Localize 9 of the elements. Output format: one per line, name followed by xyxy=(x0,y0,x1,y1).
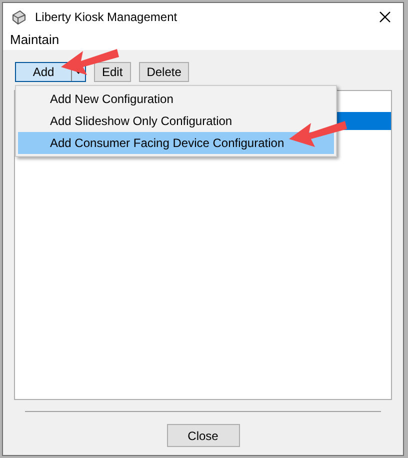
dropdown-item[interactable]: Add New Configuration xyxy=(18,88,178,110)
dropdown-item[interactable]: Add Consumer Facing Device Configuration xyxy=(18,132,334,154)
toolbar-button[interactable]: Edit xyxy=(94,62,131,82)
window-title: Liberty Kiosk Management xyxy=(35,8,178,26)
toolbar-button[interactable]: Delete xyxy=(138,62,190,82)
menu-item[interactable]: Maintain xyxy=(9,30,60,50)
dropdown-item[interactable]: Add Slideshow Only Configuration xyxy=(18,110,236,132)
kiosk-icon xyxy=(11,8,27,24)
close-button[interactable]: Close xyxy=(166,424,240,447)
